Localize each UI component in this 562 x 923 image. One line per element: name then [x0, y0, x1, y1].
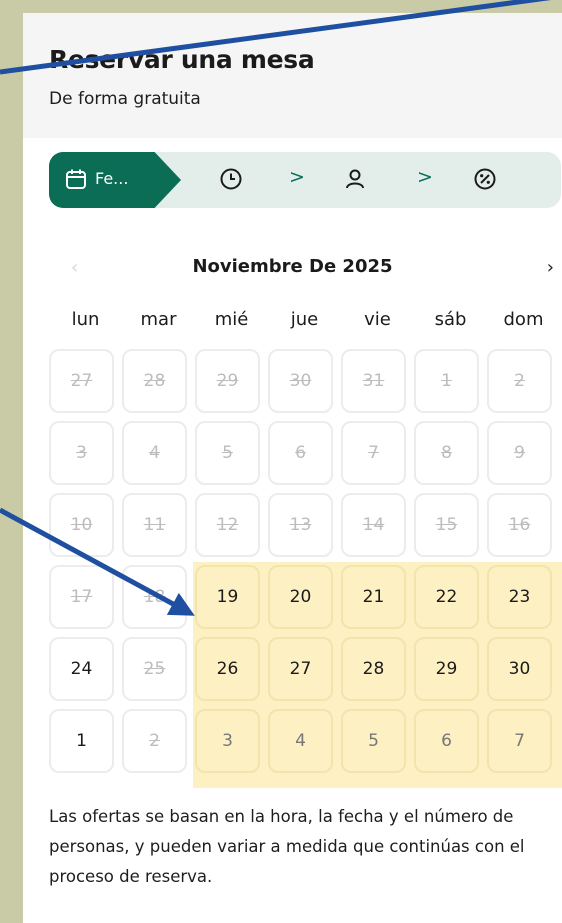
calendar-day: 16 [487, 493, 552, 557]
calendar-day: 29 [195, 349, 260, 413]
calendar-day: 8 [414, 421, 479, 485]
clock-icon[interactable] [219, 167, 243, 195]
calendar-day[interactable]: 23 [487, 565, 552, 629]
calendar-grid: 27 28 29 30 31 1 2 3 4 5 6 7 8 9 10 11 12 13 14 15 16 17 18 19 2… [49, 349, 561, 773]
weekday-label: dom [503, 309, 544, 330]
calendar-day[interactable]: 27 [268, 637, 333, 701]
weekday-label: jue [290, 309, 319, 330]
calendar-day: 31 [341, 349, 406, 413]
calendar-day[interactable]: 4 [268, 709, 333, 773]
calendar-day: 13 [268, 493, 333, 557]
calendar-day: 12 [195, 493, 260, 557]
calendar-day[interactable]: 3 [195, 709, 260, 773]
calendar-day: 17 [49, 565, 114, 629]
calendar-day[interactable]: 28 [341, 637, 406, 701]
calendar-day: 6 [268, 421, 333, 485]
calendar-day: 27 [49, 349, 114, 413]
calendar-day: 2 [122, 709, 187, 773]
weekday-label: mar [140, 309, 177, 330]
page-title: Reservar una mesa [49, 45, 315, 74]
step-separator: > [289, 166, 305, 188]
calendar-day: 30 [268, 349, 333, 413]
month-label: Noviembre De 2025 [192, 256, 393, 277]
calendar-icon [65, 168, 87, 194]
calendar-day: 10 [49, 493, 114, 557]
calendar-day[interactable]: 26 [195, 637, 260, 701]
calendar-day[interactable]: 6 [414, 709, 479, 773]
calendar-day[interactable]: 5 [341, 709, 406, 773]
calendar-header: ‹ Noviembre De 2025 › [23, 253, 562, 283]
calendar-day: 18 [122, 565, 187, 629]
calendar-day: 7 [341, 421, 406, 485]
calendar-day[interactable]: 1 [49, 709, 114, 773]
calendar-day[interactable]: 29 [414, 637, 479, 701]
weekday-label: mié [214, 309, 249, 330]
calendar-day[interactable]: 19 [195, 565, 260, 629]
header: Reservar una mesa De forma gratuita [23, 13, 562, 138]
weekday-row: lun mar mié jue vie sáb dom [49, 309, 561, 337]
calendar-day: 28 [122, 349, 187, 413]
calendar-day: 5 [195, 421, 260, 485]
step-date[interactable]: Fe... [49, 152, 181, 208]
calendar-day: 1 [414, 349, 479, 413]
calendar-day[interactable]: 20 [268, 565, 333, 629]
calendar-day[interactable]: 30 [487, 637, 552, 701]
calendar-day: 4 [122, 421, 187, 485]
next-month-button[interactable]: › [547, 257, 554, 278]
calendar-day: 3 [49, 421, 114, 485]
offers-note: Las ofertas se basan en la hora, la fech… [49, 807, 525, 886]
calendar-day: 25 [122, 637, 187, 701]
calendar-day: 2 [487, 349, 552, 413]
weekday-label: lun [71, 309, 100, 330]
page-subtitle: De forma gratuita [49, 89, 201, 109]
calendar-day[interactable]: 24 [49, 637, 114, 701]
calendar-day[interactable]: 22 [414, 565, 479, 629]
calendar-day: 14 [341, 493, 406, 557]
calendar-day: 11 [122, 493, 187, 557]
stepper-steps: Fe... > > [49, 152, 561, 208]
step-separator: > [417, 166, 433, 188]
calendar-day[interactable]: 21 [341, 565, 406, 629]
discount-icon[interactable] [473, 167, 497, 195]
step-date-label: Fe... [95, 169, 129, 188]
person-icon[interactable] [343, 167, 367, 195]
calendar-day[interactable]: 7 [487, 709, 552, 773]
weekday-label: sáb [434, 309, 467, 330]
calendar-day: 9 [487, 421, 552, 485]
weekday-label: vie [364, 309, 391, 330]
calendar-day: 15 [414, 493, 479, 557]
